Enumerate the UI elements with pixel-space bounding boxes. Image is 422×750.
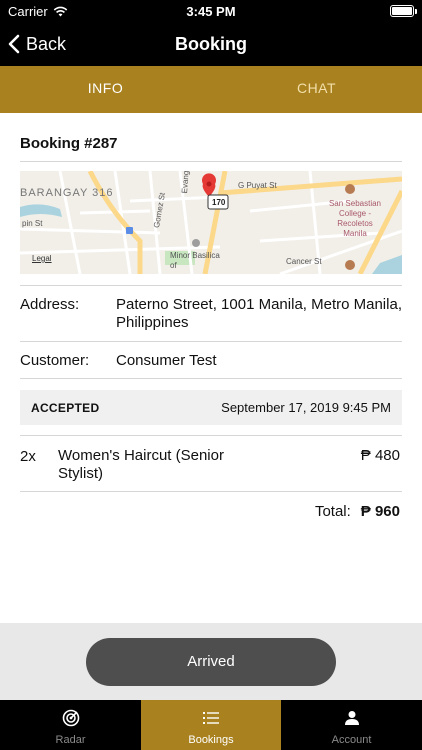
booking-status-strip: ACCEPTED September 17, 2019 9:45 PM [20,390,402,425]
map-label-puyat: G Puyat St [238,181,277,190]
map-label-barangay: BARANGAY 316 [20,187,114,199]
tab-radar-label: Radar [55,734,86,746]
total-label: Total: [314,503,351,520]
divider [20,491,402,492]
divider [20,378,402,379]
customer-value: Consumer Test [116,352,217,369]
tab-info[interactable]: INFO [0,66,211,116]
address-label: Address: [20,296,80,313]
divider [20,435,402,436]
map-label-basilica: Minor Basilica of [170,251,220,270]
status-badge: ACCEPTED [31,401,100,415]
navigation-bar: Back Booking [0,22,422,66]
booking-date: September 17, 2019 9:45 PM [221,400,391,415]
tab-chat[interactable]: CHAT [211,66,422,113]
divider [20,341,402,342]
battery-icon [390,5,417,17]
tab-radar[interactable]: Radar [0,700,141,750]
chevron-left-icon [8,34,20,54]
total-row: Total: ₱ 960 [315,503,400,520]
item-quantity: 2x [20,448,36,465]
location-map[interactable]: BARANGAY 316 G Puyat St Evangelista St G… [20,171,402,274]
person-icon [344,708,360,728]
tab-account-label: Account [331,734,372,746]
status-bar: Carrier 3:45 PM [0,0,422,22]
map-label-college: San Sebastian College - Recoletos Manila [328,199,382,238]
booking-title: Booking #287 [20,135,118,152]
map-legal-link[interactable]: Legal [32,254,52,263]
map-label-cancer: Cancer St [286,257,322,266]
divider [20,285,402,286]
customer-label: Customer: [20,352,90,369]
item-price: ₱ 480 [360,447,400,464]
item-name: Women's Haircut (Senior Stylist) [58,447,224,482]
bottom-tab-bar: Radar Bookings Account [0,700,422,750]
divider [20,161,402,162]
action-area: Arrived [0,623,422,700]
clock: 3:45 PM [186,4,236,19]
back-label: Back [26,33,67,54]
booking-details: Booking #287 BARANGAY 316 G Puyat St Gom… [0,113,422,623]
map-label-pin: pin St [22,219,43,228]
tab-account[interactable]: Account [281,700,422,750]
address-value: Paterno Street, 1001 Manila, Metro Manil… [116,296,402,331]
radar-icon [62,708,80,728]
tab-bookings[interactable]: Bookings [141,700,281,750]
total-amount: ₱ 960 [360,503,400,520]
back-button[interactable]: Back [8,22,66,66]
segment-tabs: INFO CHAT [0,66,422,116]
tab-bookings-label: Bookings [188,734,234,746]
list-icon [203,708,219,728]
arrived-button[interactable]: Arrived [86,638,336,686]
route-number: 170 [212,198,226,207]
